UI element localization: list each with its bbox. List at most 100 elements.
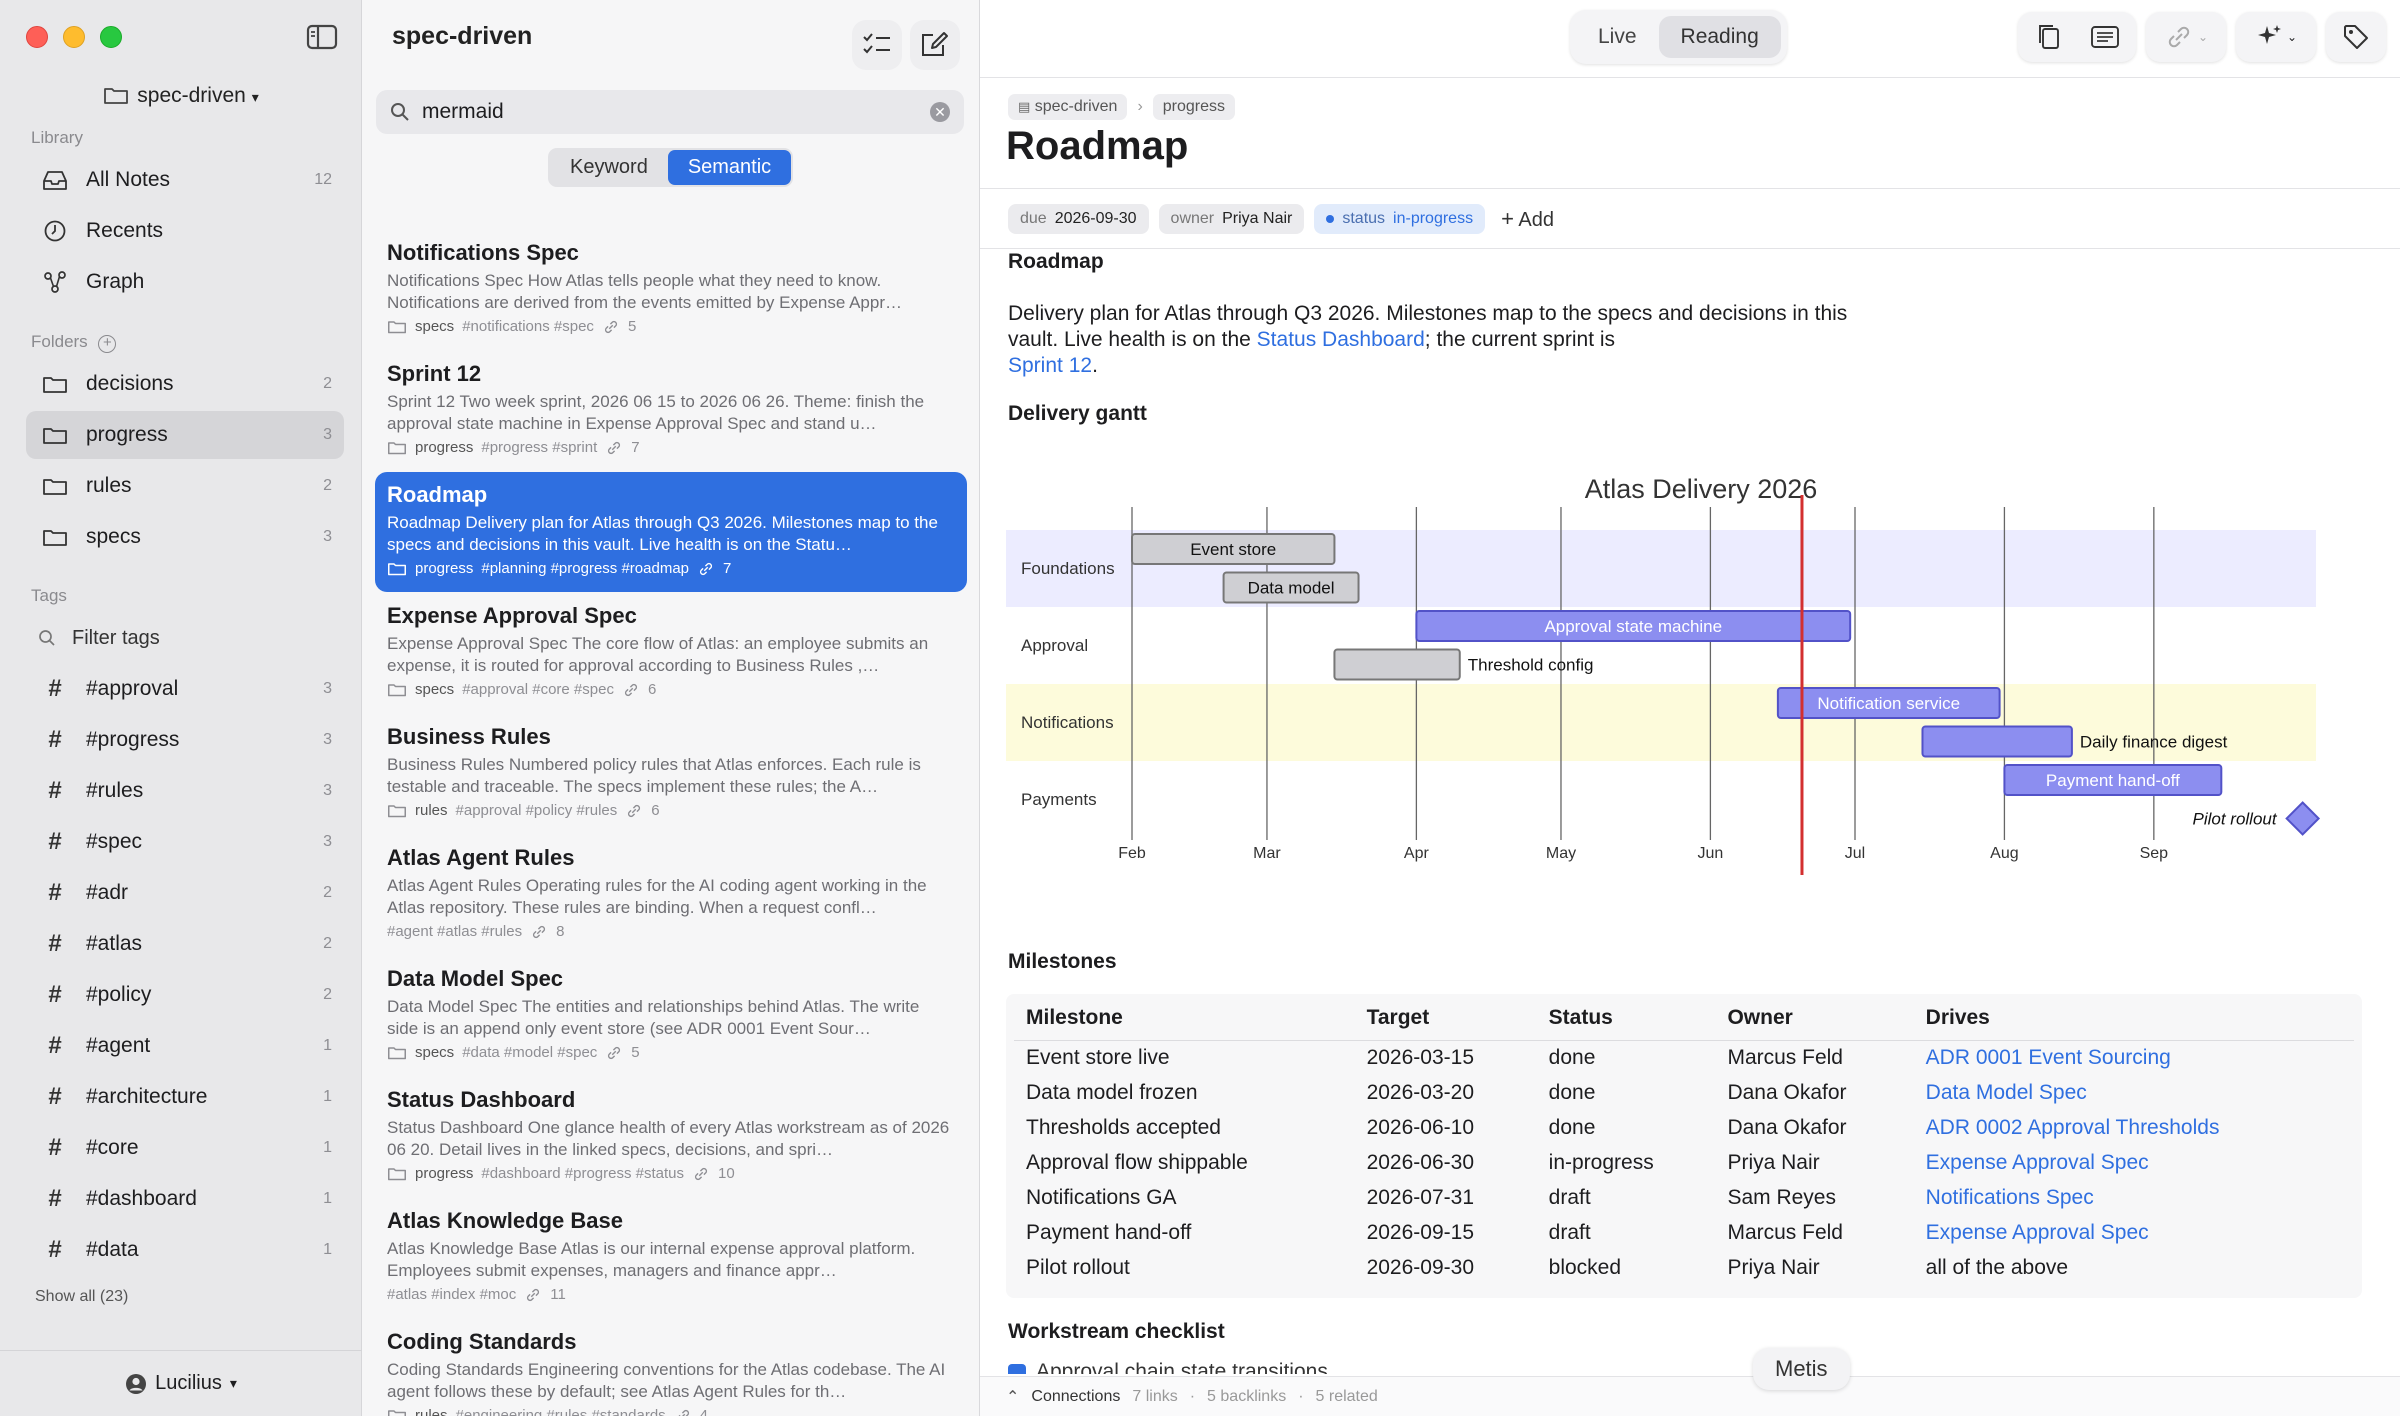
sidebar-tag-approval[interactable]: # #approval 3 <box>26 665 344 713</box>
sidebar-item-label: decisions <box>86 372 174 395</box>
search-field[interactable]: mermaid ✕ <box>376 90 964 134</box>
folder-icon <box>387 1166 407 1181</box>
sidebar-tag-atlas[interactable]: # #atlas 2 <box>26 920 344 968</box>
sidebar-tag-rules[interactable]: # #rules 3 <box>26 767 344 815</box>
drives-link[interactable]: Data Model Spec <box>1926 1081 2087 1104</box>
list-item[interactable]: Coding Standards Coding Standards Enginee… <box>375 1319 967 1416</box>
gantt-title: Atlas Delivery 2026 <box>1585 474 1818 504</box>
property-key: due <box>1020 210 1047 227</box>
list-item[interactable]: Data Model Spec Data Model Spec The entit… <box>375 956 967 1076</box>
copy-icon[interactable] <box>2021 23 2077 51</box>
sidebar-folder-progress[interactable]: progress 3 <box>26 411 344 459</box>
filter-tags-input[interactable]: Filter tags <box>26 614 344 662</box>
sidebar-toggle-icon[interactable] <box>304 22 340 52</box>
sidebar-item-label: Graph <box>86 270 145 293</box>
assistant-button[interactable]: Metis <box>1753 1348 1850 1390</box>
list-item[interactable]: Roadmap Roadmap Delivery plan for Atlas t… <box>375 472 967 592</box>
reading-mode-button[interactable]: Reading <box>1658 16 1781 58</box>
note-snippet: Notifications Spec How Atlas tells peopl… <box>387 271 902 312</box>
sidebar-tag-adr[interactable]: # #adr 2 <box>26 869 344 917</box>
connections-label: Connections <box>1031 1387 1121 1405</box>
sidebar-tag-spec[interactable]: # #spec 3 <box>26 818 344 866</box>
toolbar-divider <box>980 77 2400 78</box>
cell-text: 2026-03-20 <box>1366 1081 1474 1104</box>
tag-button[interactable] <box>2326 12 2386 62</box>
intro-text: . <box>1092 354 1098 377</box>
drives-link[interactable]: ADR 0001 Event Sourcing <box>1926 1046 2171 1069</box>
drives-link[interactable]: ADR 0002 Approval Thresholds <box>1926 1116 2220 1139</box>
cell-text: 2026-06-10 <box>1366 1116 1474 1139</box>
cell-text: 2026-09-30 <box>1366 1256 1474 1279</box>
note-meta: specs #notifications #spec 5 <box>387 318 955 335</box>
table-row: Event store live 2026-03-15 done Marcus Fel… <box>1014 1041 2354 1076</box>
status-dashboard-link[interactable]: Status Dashboard <box>1257 328 1425 351</box>
sidebar-folder-decisions[interactable]: decisions 2 <box>26 360 344 408</box>
close-window-button[interactable] <box>26 26 48 48</box>
owner-property[interactable]: owner Priya Nair <box>1158 204 1305 234</box>
sidebar-folder-rules[interactable]: rules 2 <box>26 462 344 510</box>
list-options-button[interactable] <box>852 20 902 70</box>
list-item[interactable]: Notifications Spec Notifications Spec How… <box>375 230 967 350</box>
sidebar-tag-progress[interactable]: # #progress 3 <box>26 716 344 764</box>
minimize-window-button[interactable] <box>63 26 85 48</box>
list-item[interactable]: Status Dashboard Status Dashboard One gla… <box>375 1077 967 1197</box>
note-folder: specs <box>415 1044 455 1061</box>
table-cell: 2026-07-31 <box>1355 1181 1537 1216</box>
chevron-down-icon: ⌄ <box>2197 30 2209 44</box>
link-menu-button[interactable]: ⌄ <box>2146 12 2226 62</box>
list-item[interactable]: Business Rules Business Rules Numbered po… <box>375 714 967 834</box>
gantt-heading: Delivery gantt <box>1008 402 1147 425</box>
sidebar-tag-architecture[interactable]: # #architecture 1 <box>26 1073 344 1121</box>
drives-link[interactable]: Expense Approval Spec <box>1926 1221 2149 1244</box>
note-tags: #notifications #spec <box>462 318 594 335</box>
add-property-button[interactable]: + Add <box>1501 206 1554 232</box>
breadcrumb-item[interactable]: progress <box>1152 94 1236 120</box>
hash-icon: # <box>48 1083 62 1110</box>
note-snippet: Roadmap Delivery plan for Atlas through … <box>387 513 938 554</box>
note-tags: #agent #atlas #rules <box>387 923 523 940</box>
ai-menu-button[interactable]: ⌄ <box>2236 12 2316 62</box>
keyword-mode-button[interactable]: Keyword <box>550 150 668 185</box>
count-badge: 2 <box>323 884 332 901</box>
folder-icon <box>387 1045 407 1060</box>
note-tags: #planning #progress #roadmap <box>481 560 690 577</box>
search-input[interactable]: mermaid <box>422 100 504 124</box>
add-folder-icon[interactable]: + <box>98 335 117 353</box>
table-cell: done <box>1537 1111 1716 1146</box>
status-property[interactable]: status in-progress <box>1314 204 1486 234</box>
sidebar-tag-core[interactable]: # #core 1 <box>26 1124 344 1172</box>
drives-link[interactable]: Expense Approval Spec <box>1926 1151 2149 1174</box>
sidebar-folder-specs[interactable]: specs 3 <box>26 513 344 561</box>
hash-icon: # <box>48 1236 62 1263</box>
hash-icon: # <box>48 879 62 906</box>
sidebar-item-graph[interactable]: Graph <box>26 258 344 306</box>
checkbox-checked-icon[interactable] <box>1008 1364 1026 1374</box>
clear-search-icon[interactable]: ✕ <box>930 102 950 122</box>
new-note-button[interactable] <box>910 20 960 70</box>
account-menu[interactable]: Lucilius ▾ <box>0 1350 362 1416</box>
sidebar-tag-dashboard[interactable]: # #dashboard 1 <box>26 1175 344 1223</box>
drives-link[interactable]: Notifications Spec <box>1926 1186 2094 1209</box>
due-property[interactable]: due 2026-09-30 <box>1008 204 1149 234</box>
cell-text: Event store live <box>1026 1046 1170 1070</box>
connections-bar[interactable]: ⌃ Connections 7 links · 5 backlinks · 5 re… <box>980 1376 2400 1416</box>
sidebar-tag-data[interactable]: # #data 1 <box>26 1226 344 1274</box>
gantt-task-bar <box>1921 725 2073 758</box>
list-item[interactable]: Atlas Agent Rules Atlas Agent Rules Opera… <box>375 835 967 955</box>
sidebar-tag-agent[interactable]: # #agent 1 <box>26 1022 344 1070</box>
sidebar-item-recents[interactable]: Recents <box>26 207 344 255</box>
show-all-tags-link[interactable]: Show all (23) <box>35 1288 128 1306</box>
reader-icon[interactable] <box>2077 25 2133 49</box>
breadcrumb-item[interactable]: ▤ spec-driven <box>1008 94 1128 120</box>
list-item[interactable]: Expense Approval Spec Expense Approval Sp… <box>375 593 967 713</box>
sprint-12-link[interactable]: Sprint 12 <box>1008 354 1092 377</box>
live-mode-button[interactable]: Live <box>1576 16 1659 58</box>
list-item[interactable]: Sprint 12 Sprint 12 Two week sprint, 2026… <box>375 351 967 471</box>
semantic-mode-button[interactable]: Semantic <box>667 150 792 185</box>
note-snippet: Coding Standards Engineering conventions… <box>387 1360 946 1401</box>
list-item[interactable]: Atlas Knowledge Base Atlas Knowledge Base… <box>375 1198 967 1318</box>
sidebar-tag-policy[interactable]: # #policy 2 <box>26 971 344 1019</box>
sidebar-item-all-notes[interactable]: All Notes 12 <box>26 156 344 204</box>
zoom-window-button[interactable] <box>100 26 122 48</box>
vault-switcher[interactable]: spec-driven ▾ <box>0 84 362 108</box>
